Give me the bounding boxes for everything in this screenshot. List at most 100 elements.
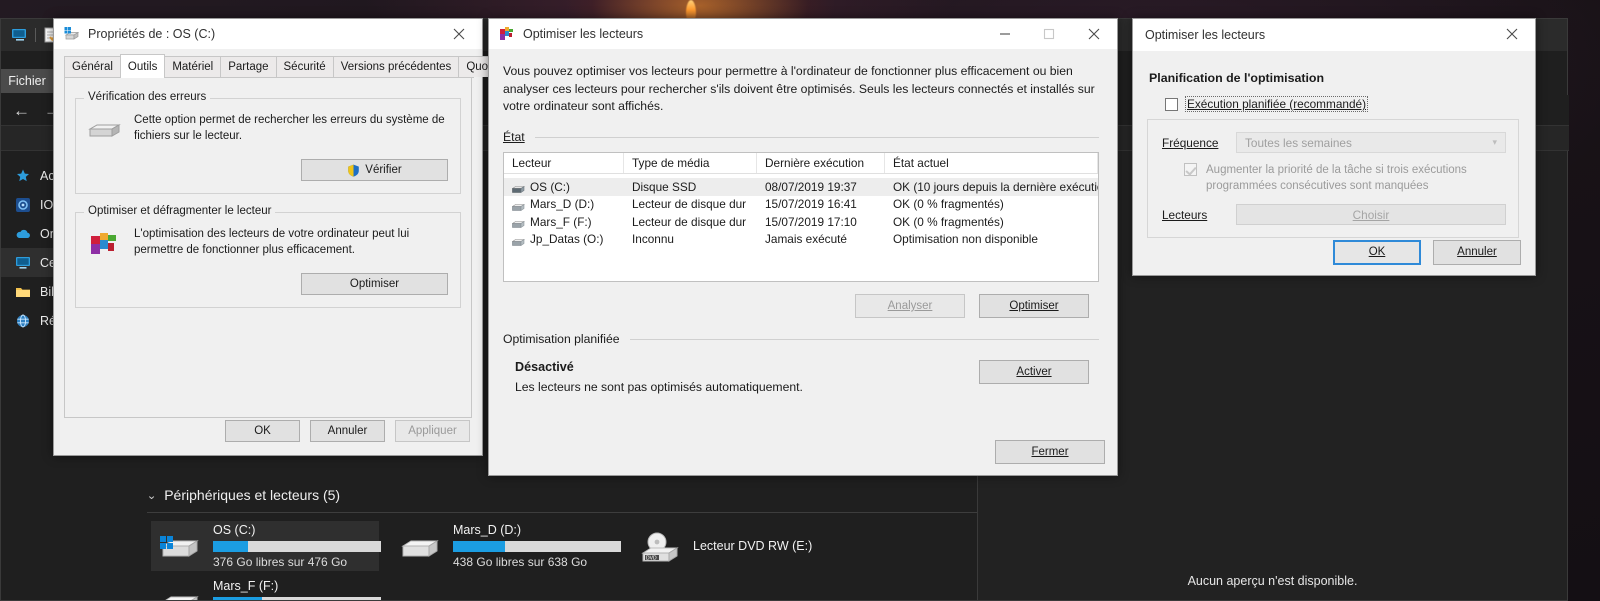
optimize-drives-window[interactable]: Optimiser les lecteurs Vous pouvez optim…: [488, 18, 1118, 476]
drive-capacity-text: 376 Go libres sur 476 Go: [213, 555, 348, 569]
ok-button[interactable]: OK: [1333, 239, 1421, 265]
drive-tile-list[interactable]: OS (C:) 376 Go libres sur 476 Go Mars_D …: [139, 521, 977, 600]
tab-materiel[interactable]: Matériel: [164, 56, 222, 77]
dvd-icon: DVD: [637, 526, 683, 566]
close-icon[interactable]: [436, 19, 482, 49]
analyze-button: Analyser: [855, 294, 965, 319]
properties-caption-buttons[interactable]: [436, 19, 482, 49]
verify-button[interactable]: Vérifier: [301, 159, 448, 181]
drive-icon: [511, 201, 525, 211]
enable-schedule-button[interactable]: Activer: [979, 360, 1089, 385]
list-header-row[interactable]: Lecteur Type de média Dernière exécution…: [504, 153, 1098, 175]
tab-outils[interactable]: Outils: [119, 54, 166, 78]
section-divider: [629, 338, 1099, 340]
capacity-bar: [453, 541, 621, 552]
run-scheduled-checkbox[interactable]: [1165, 97, 1178, 111]
drive-tile-dvd-e[interactable]: DVD Lecteur DVD RW (E:): [631, 521, 859, 571]
maximize-icon[interactable]: [1027, 19, 1071, 49]
minimize-icon[interactable]: [983, 19, 1027, 49]
back-arrow-icon[interactable]: ←: [13, 102, 30, 119]
chevron-down-icon[interactable]: ▾: [1492, 137, 1497, 148]
this-pc-icon[interactable]: [11, 27, 29, 43]
properties-tab-page-outils: Vérification des erreurs Cette option pe…: [64, 78, 472, 418]
drives-list-view[interactable]: Lecteur Type de média Dernière exécution…: [503, 152, 1099, 283]
group-header-label: Périphériques et lecteurs (5): [164, 487, 341, 503]
close-icon[interactable]: [1071, 19, 1117, 49]
column-header-derniere-execution[interactable]: Dernière exécution: [757, 153, 885, 174]
shield-icon: [347, 164, 360, 177]
frequency-row[interactable]: Fréquence Toutes les semaines ▾: [1162, 132, 1506, 153]
drives-label: Lecteurs: [1162, 207, 1208, 222]
cancel-button[interactable]: Annuler: [310, 420, 385, 442]
drive-icon: [511, 236, 525, 246]
tab-general[interactable]: Général: [64, 56, 121, 77]
explorer-file-menu-tab[interactable]: Fichier: [1, 69, 53, 93]
drive-tile-mars-d[interactable]: Mars_D (D:) 438 Go libres sur 638 Go: [391, 521, 621, 571]
capacity-bar-fill: [213, 541, 249, 552]
choose-drives-button: Choisir: [1236, 204, 1506, 226]
frequency-select[interactable]: Toutes les semaines ▾: [1236, 132, 1506, 153]
drives-group-header[interactable]: ⌄ Périphériques et lecteurs (5): [139, 481, 977, 509]
drive-properties-dialog[interactable]: Propriétés de : OS (C:) Général Outils M…: [53, 18, 506, 456]
properties-footer: OK Annuler Appliquer: [54, 407, 482, 455]
scheduled-description: Les lecteurs ne sont pas optimisés autom…: [515, 380, 803, 395]
table-row[interactable]: Jp_Datas (O:) Inconnu Jamais exécuté Opt…: [504, 231, 1098, 249]
schedule-options-panel: Fréquence Toutes les semaines ▾ Augmente…: [1147, 119, 1519, 239]
priority-checkbox-row: Augmenter la priorité de la tâche si tro…: [1184, 163, 1506, 194]
scheduled-status: Désactivé: [515, 360, 574, 375]
close-button[interactable]: Fermer: [995, 440, 1105, 464]
optimization-schedule-dialog[interactable]: Optimiser les lecteurs Planification de …: [1132, 18, 1536, 276]
drive-tile-mars-f[interactable]: Mars_F (F:) 208 Go libres sur 292 Go: [151, 577, 381, 600]
apply-button: Appliquer: [395, 420, 470, 442]
schedule-heading: Planification de l'optimisation: [1149, 71, 1325, 85]
run-scheduled-label[interactable]: Exécution planifiée (recommandé): [1184, 96, 1369, 112]
section-divider: [534, 136, 1099, 138]
error-checking-legend: Vérification des erreurs: [84, 91, 211, 103]
properties-tab-strip[interactable]: Général Outils Matériel Partage Sécurité…: [64, 54, 506, 78]
cell-drive: Mars_F (F:): [504, 215, 624, 229]
tab-versions-precedentes[interactable]: Versions précédentes: [332, 56, 460, 77]
table-row[interactable]: Mars_F (F:) Lecteur de disque dur 15/07/…: [504, 213, 1098, 231]
drive-tile-os-c[interactable]: OS (C:) 376 Go libres sur 476 Go: [151, 521, 381, 571]
defrag-blocks-icon: [88, 229, 122, 259]
table-row[interactable]: OS (C:) Disque SSD 08/07/2019 19:37 OK (…: [504, 178, 1098, 196]
increase-priority-checkbox: [1184, 163, 1197, 176]
hdd-icon: [397, 526, 443, 566]
optimize-title-bar[interactable]: Optimiser les lecteurs: [489, 19, 1117, 49]
schedule-caption-buttons[interactable]: [1489, 19, 1535, 49]
toolbar-separator: [35, 28, 36, 42]
column-header-etat-actuel[interactable]: État actuel: [885, 153, 1098, 174]
run-scheduled-checkbox-row[interactable]: Exécution planifiée (recommandé): [1165, 96, 1519, 112]
column-header-lecteur[interactable]: Lecteur: [504, 153, 624, 174]
drive-name: OS (C:): [213, 523, 256, 537]
close-icon[interactable]: [1489, 19, 1535, 49]
table-row[interactable]: Mars_D (D:) Lecteur de disque dur 15/07/…: [504, 196, 1098, 214]
cell-drive: Mars_D (D:): [504, 197, 624, 211]
cell-last-run: 08/07/2019 19:37: [765, 179, 857, 194]
capacity-bar: [213, 597, 381, 600]
optimize-defrag-group: Optimiser et défragmenter le lecteur L'o…: [75, 205, 461, 308]
capacity-bar-fill: [213, 597, 262, 600]
this-pc-icon: [15, 255, 31, 271]
ok-button[interactable]: OK: [225, 420, 300, 442]
optimize-caption-buttons[interactable]: [983, 19, 1117, 49]
drive-icon: [511, 218, 525, 229]
drive-capacity-text: 438 Go libres sur 638 Go: [453, 555, 588, 569]
tab-partage[interactable]: Partage: [220, 56, 277, 77]
cell-media: Lecteur de disque dur: [632, 197, 747, 212]
properties-title-bar[interactable]: Propriétés de : OS (C:): [54, 19, 482, 49]
properties-title: Propriétés de : OS (C:): [88, 27, 216, 41]
tab-securite[interactable]: Sécurité: [275, 56, 334, 77]
cell-media: Disque SSD: [632, 179, 697, 194]
chevron-down-icon[interactable]: ⌄: [147, 489, 157, 502]
optimize-button[interactable]: Optimiser: [301, 273, 448, 295]
cell-status: Optimisation non disponible: [893, 232, 1038, 247]
drive-name: Mars_D (D:): [453, 523, 522, 537]
drive-icon: [511, 183, 525, 194]
schedule-title-bar[interactable]: Optimiser les lecteurs: [1133, 19, 1535, 51]
drives-row: Lecteurs Choisir: [1162, 204, 1506, 226]
optimize-button[interactable]: Optimiser: [979, 294, 1089, 319]
cancel-button[interactable]: Annuler: [1433, 239, 1521, 265]
optimize-defrag-legend: Optimiser et défragmenter le lecteur: [84, 205, 276, 217]
column-header-type-media[interactable]: Type de média: [624, 153, 757, 174]
